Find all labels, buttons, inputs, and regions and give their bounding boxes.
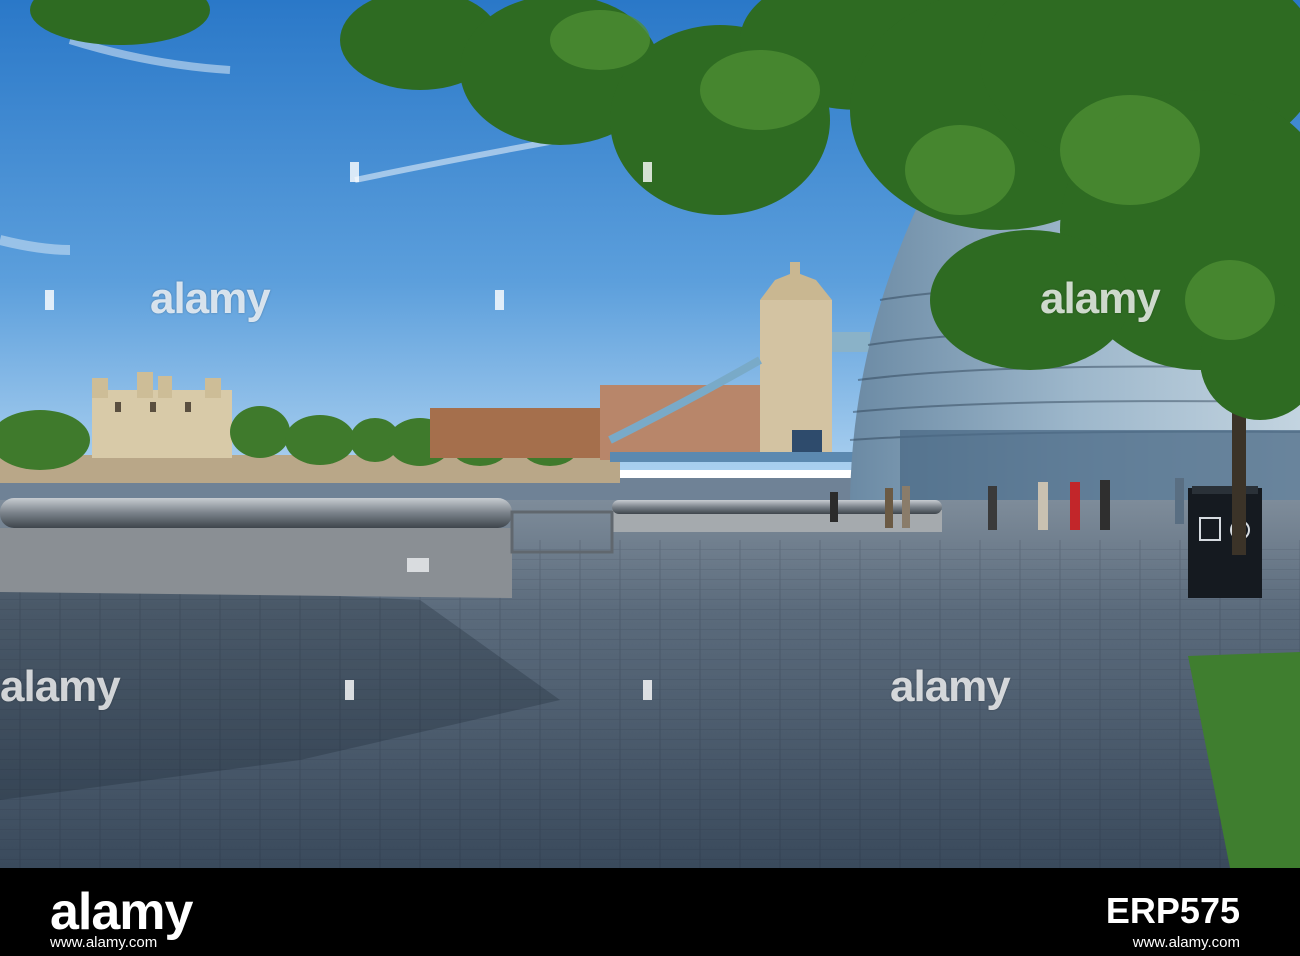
image-canvas: alamy alamy alamy alamy alamy ERP575 www… (0, 0, 1300, 956)
watermark: alamy (150, 274, 271, 323)
watermark: alamy (1040, 274, 1161, 323)
watermark-mark (643, 680, 652, 700)
watermark: alamy (0, 662, 121, 711)
photo: alamy alamy alamy alamy (0, 0, 1300, 868)
apartment-block (600, 385, 770, 460)
parapet-wall (0, 528, 512, 598)
watermark-mark (45, 290, 54, 310)
recycling-bin (1188, 486, 1262, 598)
watermark: alamy (890, 662, 1011, 711)
plaque (407, 558, 429, 572)
image-id: ERP575 (1105, 890, 1240, 931)
watermark-mark (345, 680, 354, 700)
stock-url: www.alamy.com (50, 934, 158, 951)
warehouse-building (430, 408, 610, 458)
stock-footer: alamy ERP575 www.alamy.com www.alamy.com (0, 868, 1300, 956)
stock-url-right: www.alamy.com (1132, 934, 1240, 951)
watermark-mark (495, 290, 504, 310)
watermark-mark (643, 162, 652, 182)
photo-scene (0, 0, 1300, 868)
stock-logo: alamy (50, 883, 193, 941)
watermark-mark (350, 162, 359, 182)
handrail (0, 498, 512, 528)
